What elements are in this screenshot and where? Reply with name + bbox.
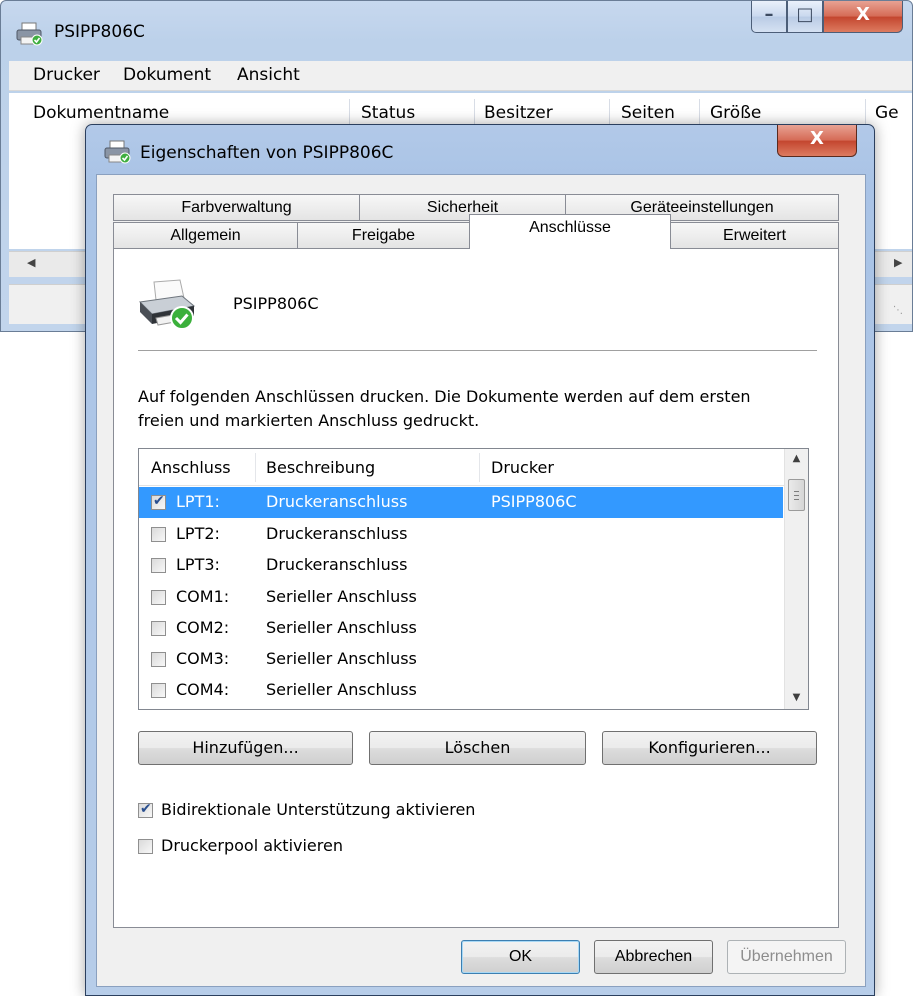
port-description: Serieller Anschluss [266, 649, 417, 668]
port-checkbox-com2[interactable] [151, 621, 166, 636]
column-size[interactable]: Größe [710, 103, 761, 123]
port-description: Druckeranschluss [266, 524, 408, 543]
close-icon: X [810, 128, 824, 149]
port-description: Serieller Anschluss [266, 587, 417, 606]
dialog-close-button[interactable]: X [777, 125, 857, 157]
column-divider[interactable] [609, 99, 610, 125]
separator-line [138, 350, 817, 351]
maximize-button[interactable]: □ [787, 1, 823, 33]
port-name: LPT3: [176, 555, 220, 574]
ports-list-scrollbar[interactable]: ▲ ▼ [784, 449, 808, 709]
maximize-icon: □ [796, 4, 814, 25]
port-checkbox-lpt3[interactable] [151, 558, 166, 573]
queue-menubar: Drucker Dokument Ansicht [9, 61, 912, 91]
ports-description-line1: Auf folgenden Anschlüssen drucken. Die D… [138, 387, 751, 406]
printer-icon [16, 22, 43, 46]
column-divider[interactable] [699, 99, 700, 125]
add-port-button[interactable]: Hinzufügen... [138, 731, 353, 765]
column-beschreibung[interactable]: Beschreibung [266, 458, 375, 477]
port-description: Serieller Anschluss [266, 680, 417, 699]
menu-ansicht[interactable]: Ansicht [237, 65, 300, 85]
configure-port-button[interactable]: Konfigurieren... [602, 731, 817, 765]
scroll-right-icon[interactable]: ▶ [894, 256, 902, 269]
tab-erweitert[interactable]: Erweitert [670, 222, 839, 249]
tab-anschluesse[interactable]: Anschlüsse [469, 214, 671, 249]
port-row-com4[interactable]: COM4: Serieller Anschluss [139, 675, 783, 706]
scroll-left-icon[interactable]: ◀ [27, 256, 35, 269]
bidirectional-label[interactable]: Bidirektionale Unterstützung aktivieren [161, 800, 475, 819]
tab-freigabe[interactable]: Freigabe [297, 222, 470, 249]
column-drucker[interactable]: Drucker [491, 458, 554, 477]
column-status[interactable]: Status [361, 103, 415, 123]
printer-icon [138, 279, 196, 330]
column-pages[interactable]: Seiten [621, 103, 675, 123]
port-name: COM3: [176, 649, 230, 668]
port-name: COM2: [176, 618, 230, 637]
port-checkbox-com3[interactable] [151, 652, 166, 667]
tab-allgemein[interactable]: Allgemein [113, 222, 298, 249]
printer-icon [104, 140, 131, 164]
column-submitted[interactable]: Ge [875, 103, 899, 123]
column-divider[interactable] [865, 99, 866, 125]
queue-window-title: PSIPP806C [54, 22, 145, 42]
close-icon: X [856, 4, 870, 25]
queue-titlebar[interactable]: PSIPP806C – □ X [1, 1, 912, 55]
menu-dokument[interactable]: Dokument [123, 65, 211, 85]
port-printer: PSIPP806C [491, 492, 577, 511]
port-name: LPT1: [176, 492, 220, 511]
column-anschluss[interactable]: Anschluss [151, 458, 231, 477]
minimize-icon: – [764, 4, 774, 25]
column-owner[interactable]: Besitzer [484, 103, 553, 123]
port-name: COM4: [176, 680, 230, 699]
ports-list-header: Anschluss Beschreibung Drucker [139, 449, 784, 486]
port-row-com3[interactable]: COM3: Serieller Anschluss [139, 644, 783, 675]
apply-button[interactable]: Übernehmen [727, 940, 846, 974]
port-name: LPT2: [176, 524, 220, 543]
port-checkbox-com4[interactable] [151, 683, 166, 698]
port-checkbox-lpt1[interactable] [151, 493, 166, 510]
port-row-lpt3[interactable]: LPT3: Druckeranschluss [139, 550, 783, 581]
port-row-lpt2[interactable]: LPT2: Druckeranschluss [139, 519, 783, 550]
port-description: Druckeranschluss [266, 555, 408, 574]
bidirectional-checkbox[interactable] [138, 801, 153, 818]
scrollbar-thumb[interactable] [788, 479, 805, 511]
printer-name: PSIPP806C [233, 294, 319, 313]
menu-drucker[interactable]: Drucker [33, 65, 100, 85]
ports-description-line2: freien und markierten Anschluss gedruckt… [138, 411, 480, 430]
tab-farbverwaltung[interactable]: Farbverwaltung [113, 194, 360, 221]
port-checkbox-lpt2[interactable] [151, 527, 166, 542]
grip-line [794, 499, 799, 500]
dialog-title: Eigenschaften von PSIPP806C [140, 143, 394, 163]
column-divider[interactable] [479, 453, 480, 482]
printer-pool-label[interactable]: Druckerpool aktivieren [161, 836, 343, 855]
column-divider[interactable] [474, 99, 475, 125]
scroll-up-icon[interactable]: ▲ [785, 453, 808, 464]
queue-close-button[interactable]: X [823, 1, 903, 33]
grip-line [794, 495, 799, 496]
delete-port-button[interactable]: Löschen [369, 731, 586, 765]
ports-list[interactable]: Anschluss Beschreibung Drucker LPT1: Dru… [138, 448, 809, 710]
column-divider[interactable] [349, 99, 350, 125]
minimize-button[interactable]: – [751, 1, 787, 33]
port-row-com1[interactable]: COM1: Serieller Anschluss [139, 582, 783, 613]
ok-button[interactable]: OK [461, 940, 580, 974]
grip-line [794, 491, 799, 492]
column-divider[interactable] [255, 453, 256, 482]
port-row-lpt1[interactable]: LPT1: Druckeranschluss PSIPP806C [139, 487, 783, 518]
scroll-down-icon[interactable]: ▼ [785, 692, 808, 703]
port-description: Druckeranschluss [266, 492, 408, 511]
cancel-button[interactable]: Abbrechen [594, 940, 713, 974]
port-checkbox-com1[interactable] [151, 590, 166, 605]
port-description: Serieller Anschluss [266, 618, 417, 637]
port-row-com2[interactable]: COM2: Serieller Anschluss [139, 613, 783, 644]
printer-pool-checkbox[interactable] [138, 839, 153, 854]
column-document-name[interactable]: Dokumentname [33, 103, 169, 123]
port-name: COM1: [176, 587, 230, 606]
resize-grip-icon[interactable]: ⋱ [893, 305, 903, 316]
